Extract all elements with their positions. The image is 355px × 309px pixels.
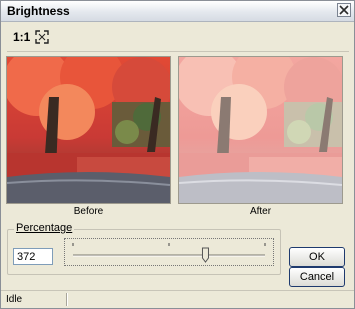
percentage-label: Percentage: [14, 222, 75, 234]
slider-thumb[interactable]: [201, 247, 209, 263]
cancel-button[interactable]: Cancel: [289, 267, 345, 287]
actual-size-button[interactable]: 1:1: [13, 30, 30, 44]
dialog-title: Brightness: [7, 4, 70, 18]
before-caption: Before: [73, 206, 104, 217]
status-bar: Idle: [1, 290, 354, 309]
after-image: [178, 56, 343, 204]
status-separator: [66, 293, 67, 306]
before-image: [6, 56, 171, 204]
brightness-slider[interactable]: [64, 238, 274, 266]
toolbar: 1:1: [7, 25, 349, 52]
close-button[interactable]: [337, 3, 351, 17]
close-icon: [339, 5, 349, 15]
brightness-dialog: Brightness 1:1 Before After Percentage 3…: [0, 0, 355, 309]
after-caption: After: [249, 206, 272, 217]
preview-area: Before After: [6, 56, 349, 219]
percentage-group: Percentage: [7, 222, 281, 275]
percentage-label-text: Percentage: [16, 222, 73, 234]
ok-button[interactable]: OK: [289, 247, 345, 267]
status-text: Idle: [6, 294, 23, 305]
fit-to-window-icon[interactable]: [35, 30, 49, 44]
title-bar[interactable]: Brightness: [1, 1, 354, 22]
percentage-input[interactable]: [13, 248, 53, 265]
